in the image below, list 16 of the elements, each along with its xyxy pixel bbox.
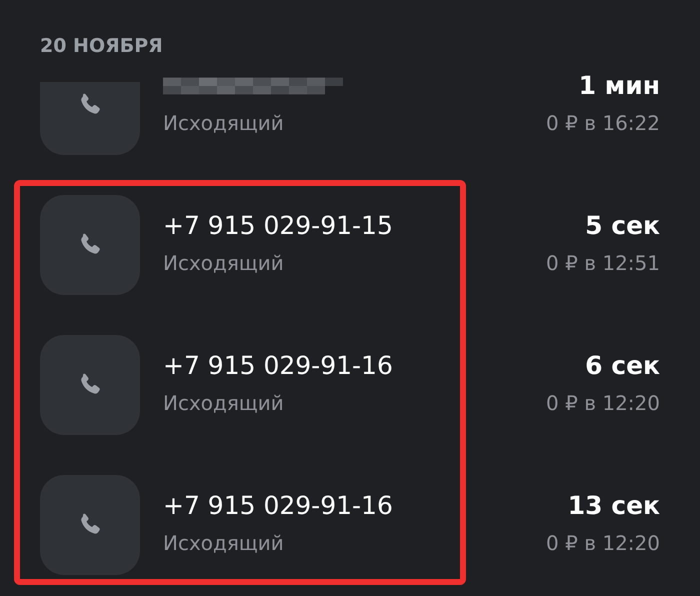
phone-number: +7 915 029-91-16 — [163, 490, 394, 522]
call-duration: 1 мин — [578, 70, 660, 102]
call-cost-time: 0 ₽ в 16:22 — [546, 110, 660, 136]
call-cost-time: 0 ₽ в 12:20 — [546, 530, 660, 556]
call-direction: Исходящий — [163, 250, 285, 276]
phone-number: +7 915 029-91-16 — [163, 350, 394, 382]
call-cost-time: 0 ₽ в 12:20 — [546, 390, 660, 416]
call-direction: Исходящий — [163, 110, 285, 136]
call-cost-time: 0 ₽ в 12:51 — [546, 250, 660, 276]
call-duration: 13 сек — [568, 490, 660, 522]
date-header: 20 НОЯБРЯ — [39, 34, 164, 59]
call-duration: 6 сек — [585, 350, 660, 382]
call-duration: 5 сек — [585, 210, 660, 242]
call-direction: Исходящий — [163, 390, 285, 416]
call-direction: Исходящий — [163, 530, 285, 556]
phone-number: +7 915 029-91-15 — [163, 210, 394, 242]
